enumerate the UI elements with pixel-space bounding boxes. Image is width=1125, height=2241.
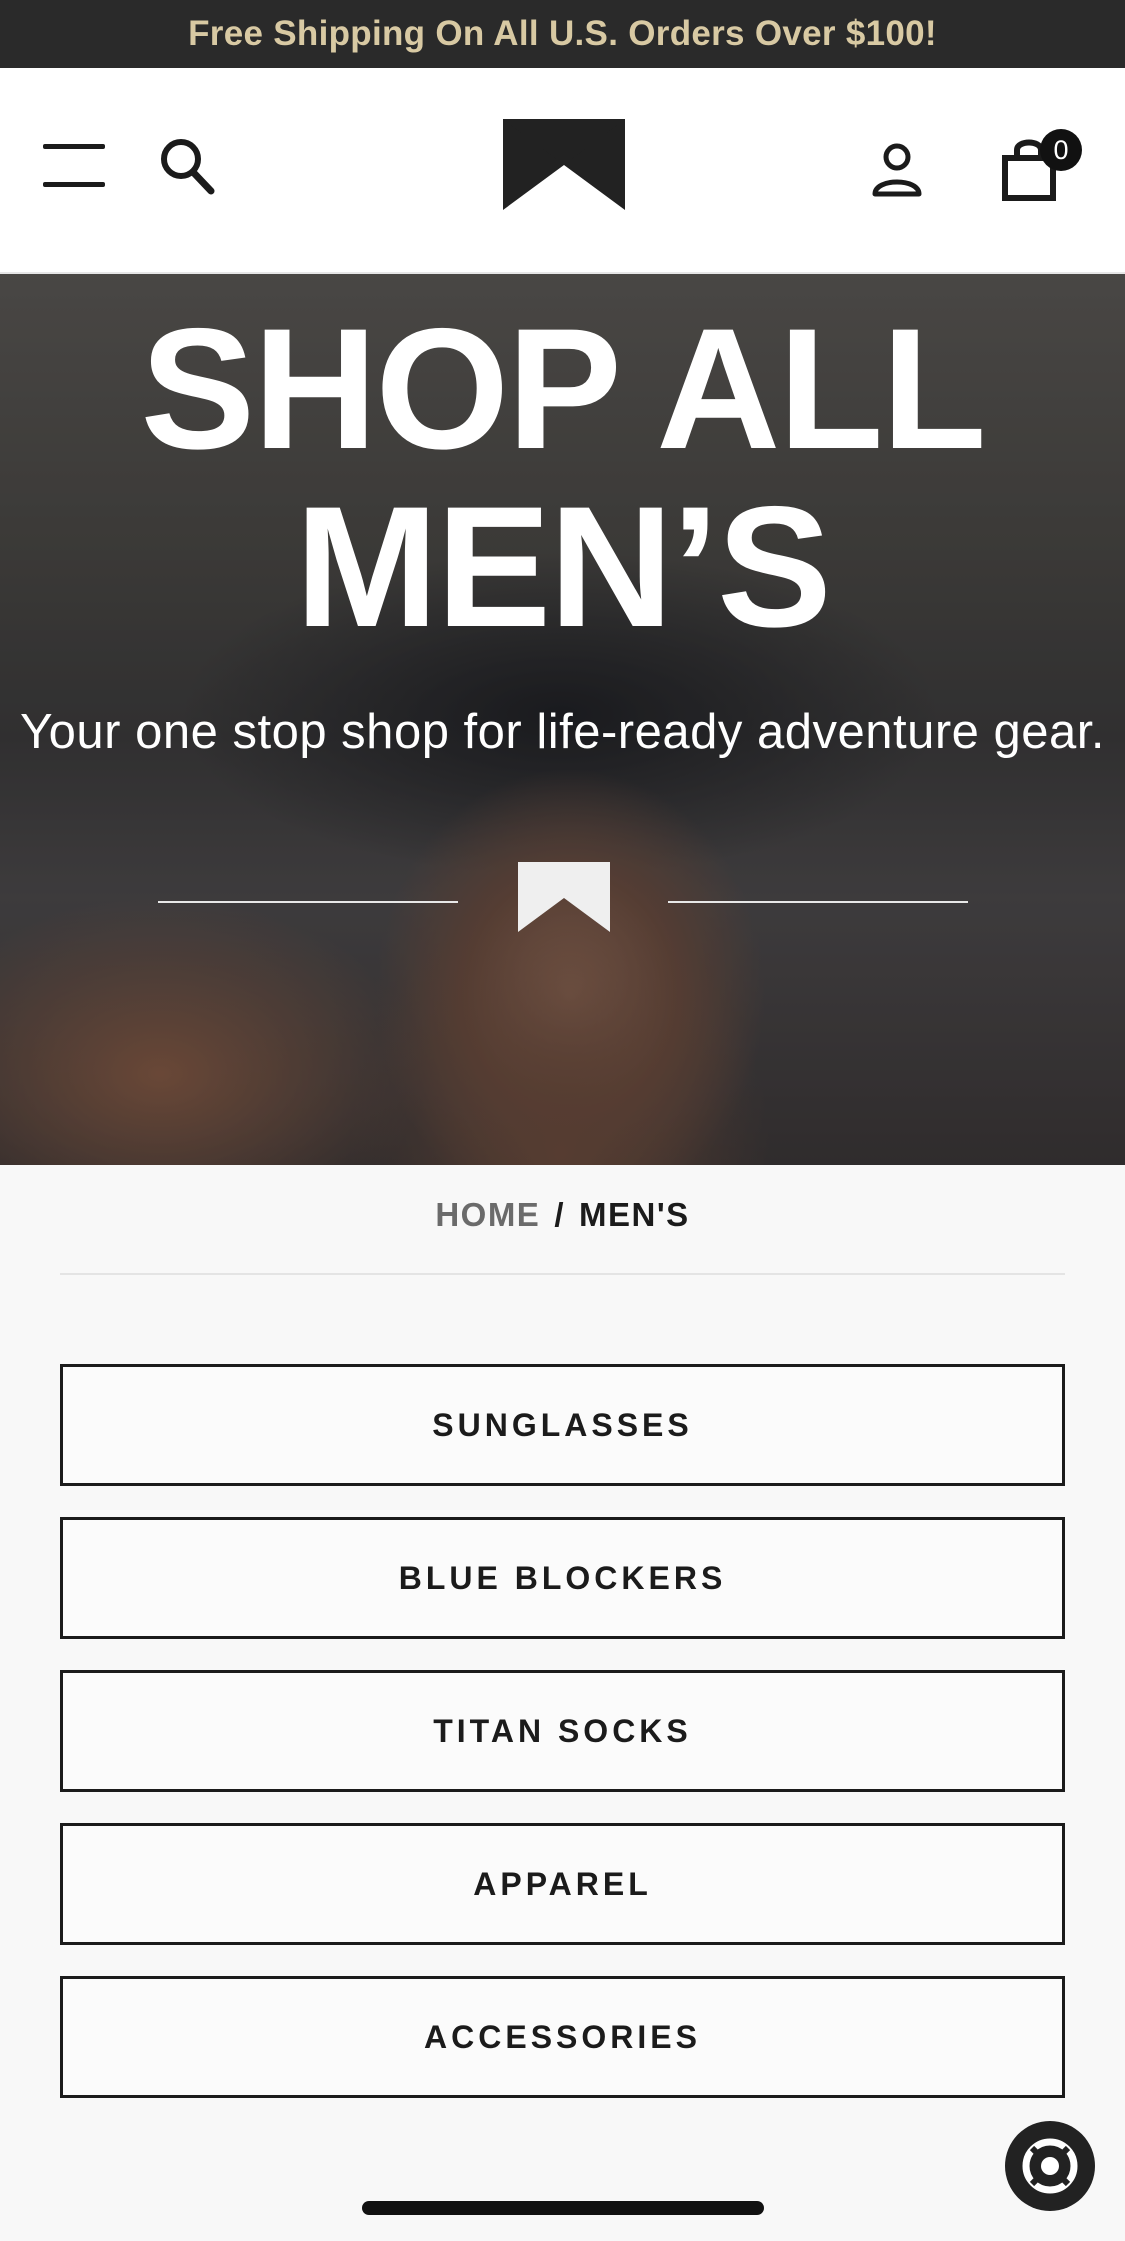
- category-button-apparel[interactable]: APPAREL: [60, 1823, 1065, 1945]
- site-header: 0: [0, 68, 1125, 274]
- category-button-accessories[interactable]: ACCESSORIES: [60, 1976, 1065, 2098]
- hero-title-line2: MEN’S: [295, 471, 832, 663]
- hamburger-menu-icon[interactable]: [43, 144, 105, 188]
- bowtie-divider-icon: [518, 862, 610, 932]
- category-button-titan-socks[interactable]: TITAN SOCKS: [60, 1670, 1065, 1792]
- hero-banner: SHOP ALL MEN’S Your one stop shop for li…: [0, 274, 1125, 1165]
- category-button-sunglasses[interactable]: SUNGLASSES: [60, 1364, 1065, 1486]
- account-icon[interactable]: [870, 142, 924, 198]
- section-divider: [60, 1273, 1065, 1275]
- hero-title: SHOP ALL MEN’S: [0, 300, 1125, 656]
- breadcrumb-separator: /: [554, 1196, 565, 1233]
- breadcrumb: HOME / MEN'S: [0, 1196, 1125, 1234]
- hero-divider-left: [158, 901, 458, 903]
- breadcrumb-current: MEN'S: [578, 1196, 690, 1233]
- category-button-blue-blockers[interactable]: BLUE BLOCKERS: [60, 1517, 1065, 1639]
- brand-logo[interactable]: [503, 119, 625, 210]
- announcement-bar: Free Shipping On All U.S. Orders Over $1…: [0, 0, 1125, 68]
- cart-count-badge: 0: [1040, 129, 1082, 171]
- search-icon[interactable]: [158, 136, 216, 196]
- hero-title-line1: SHOP ALL: [140, 293, 986, 485]
- hero-subtitle: Your one stop shop for life-ready advent…: [19, 705, 1106, 759]
- home-indicator: [362, 2201, 764, 2215]
- category-list: SUNGLASSES BLUE BLOCKERS TITAN SOCKS APP…: [60, 1364, 1065, 2129]
- chat-support-icon[interactable]: [1005, 2121, 1095, 2211]
- hero-divider-right: [668, 901, 968, 903]
- breadcrumb-home-link[interactable]: HOME: [435, 1196, 540, 1233]
- announcement-text: Free Shipping On All U.S. Orders Over $1…: [188, 14, 937, 53]
